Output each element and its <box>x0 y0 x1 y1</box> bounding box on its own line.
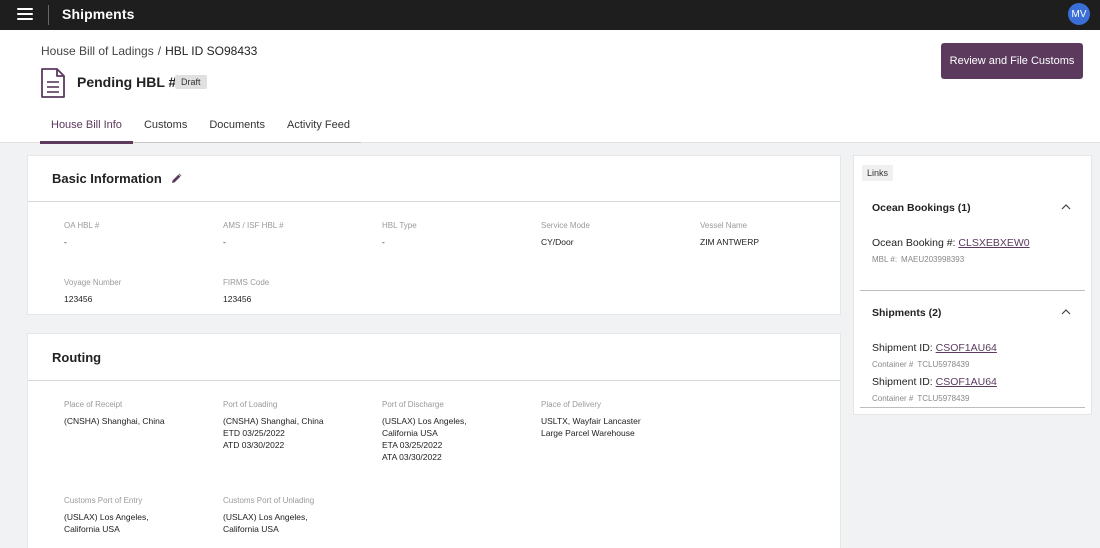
status-badge: Draft <box>175 75 207 89</box>
field-value: ZIM ANTWERP <box>700 237 760 247</box>
basic-information-header: Basic Information <box>28 156 840 202</box>
field-vessel-name: Vessel Name ZIM ANTWERP <box>700 221 759 248</box>
tab-house-bill-info[interactable]: House Bill Info <box>40 113 133 144</box>
tab-activity-feed[interactable]: Activity Feed <box>276 113 361 143</box>
app-title: Shipments <box>62 6 135 22</box>
field-value: - <box>64 237 67 247</box>
tab-documents[interactable]: Documents <box>198 113 276 143</box>
ocean-booking-link[interactable]: CLSXEBXEW0 <box>958 237 1029 249</box>
page-header: House Bill of Ladings / HBL ID SO98433 Pen… <box>0 30 1100 144</box>
links-tag: Links <box>862 165 894 181</box>
container-value: TCLU5978439 <box>917 394 970 403</box>
shipment-row: Shipment ID: CSOF1AU64 <box>872 376 997 388</box>
field-port-of-discharge: Port of Discharge (USLAX) Los Angeles, C… <box>382 400 467 463</box>
user-avatar[interactable]: MV <box>1068 3 1090 25</box>
page-title: Pending HBL # <box>77 74 177 90</box>
shipments-title: Shipments (2) <box>872 307 942 319</box>
field-value: 123456 <box>223 294 252 304</box>
field-place-of-delivery: Place of Delivery USLTX, Wayfair Lancast… <box>541 400 641 439</box>
field-label: AMS / ISF HBL # <box>223 221 284 230</box>
routing-header: Routing <box>28 334 840 381</box>
field-value: USLTX, Wayfair Lancaster Large Parcel Wa… <box>541 416 641 438</box>
mbl-label: MBL #: <box>872 255 898 264</box>
review-and-file-customs-button[interactable]: Review and File Customs <box>941 43 1083 79</box>
field-place-of-receipt: Place of Receipt (CNSHA) Shanghai, China <box>64 400 165 427</box>
shipment-label: Shipment ID: <box>872 376 936 388</box>
container-value: TCLU5978439 <box>917 360 970 369</box>
routing-card: Routing Place of Receipt (CNSHA) Shangha… <box>27 333 841 548</box>
field-label: Customs Port of Unlading <box>223 496 315 505</box>
field-value: CY/Door <box>541 237 574 247</box>
field-voyage-number: Voyage Number 123456 <box>64 278 121 305</box>
field-value: - <box>223 237 226 247</box>
container-label: Container # <box>872 394 914 403</box>
tab-customs[interactable]: Customs <box>133 113 198 143</box>
field-oa-hbl: OA HBL # - <box>64 221 99 248</box>
field-label: HBL Type <box>382 221 417 230</box>
field-label: Voyage Number <box>64 278 122 287</box>
field-ams-isf-hbl: AMS / ISF HBL # - <box>223 221 284 248</box>
top-bar: Shipments MV <box>0 0 1100 30</box>
field-label: OA HBL # <box>64 221 100 230</box>
breadcrumb: House Bill of Ladings / HBL ID SO98433 <box>41 44 257 58</box>
container-label: Container # <box>872 360 914 369</box>
field-label: FIRMS Code <box>223 278 270 287</box>
field-value: (CNSHA) Shanghai, China <box>64 416 165 426</box>
field-label: Port of Discharge <box>382 400 444 409</box>
shipment-row: Shipment ID: CSOF1AU64 <box>872 342 997 354</box>
breadcrumb-link-hbl-list[interactable]: House Bill of Ladings <box>41 44 154 58</box>
field-port-of-loading: Port of Loading (CNSHA) Shanghai, China … <box>223 400 324 451</box>
chevron-up-icon[interactable] <box>1061 309 1071 315</box>
basic-information-card: Basic Information OA HBL # - AMS / ISF H… <box>27 155 841 315</box>
ocean-bookings-title: Ocean Bookings (1) <box>872 202 971 214</box>
hamburger-menu-icon[interactable] <box>17 8 33 20</box>
chevron-up-icon[interactable] <box>1061 204 1071 210</box>
field-label: Place of Delivery <box>541 400 602 409</box>
field-label: Port of Loading <box>223 400 278 409</box>
shipment-link[interactable]: CSOF1AU64 <box>936 342 997 354</box>
routing-title: Routing <box>52 350 102 365</box>
topbar-divider <box>48 5 49 25</box>
shipment-label: Shipment ID: <box>872 342 936 354</box>
field-customs-port-of-entry: Customs Port of Entry (USLAX) Los Angele… <box>64 496 149 535</box>
breadcrumb-current: HBL ID SO98433 <box>165 44 258 58</box>
breadcrumb-separator: / <box>157 44 162 58</box>
field-value: (USLAX) Los Angeles, California USA <box>64 512 149 534</box>
shipment-link[interactable]: CSOF1AU64 <box>936 376 997 388</box>
field-hbl-type: HBL Type - <box>382 221 417 248</box>
container-row: Container # TCLU5978439 <box>872 360 969 369</box>
field-label: Place of Receipt <box>64 400 123 409</box>
ocean-booking-label: Ocean Booking #: <box>872 237 959 249</box>
field-service-mode: Service Mode CY/Door <box>541 221 590 248</box>
pencil-edit-icon[interactable] <box>171 172 183 184</box>
ocean-booking-row: Ocean Booking #: CLSXEBXEW0 <box>872 237 1030 249</box>
field-firms-code: FIRMS Code 123456 <box>223 278 269 305</box>
field-value: (USLAX) Los Angeles, California USA ETA … <box>382 416 467 462</box>
document-icon <box>41 68 65 98</box>
field-value: - <box>382 237 385 247</box>
section-divider <box>860 290 1085 291</box>
field-customs-port-of-unlading: Customs Port of Unlading (USLAX) Los Ang… <box>223 496 314 535</box>
mbl-value: MAEU203998393 <box>901 255 965 264</box>
field-value: (CNSHA) Shanghai, China ETD 03/25/2022 A… <box>223 416 324 450</box>
container-row: Container # TCLU5978439 <box>872 394 969 403</box>
basic-information-title: Basic Information <box>52 171 162 186</box>
field-label: Service Mode <box>541 221 590 230</box>
field-label: Customs Port of Entry <box>64 496 143 505</box>
field-value: (USLAX) Los Angeles, California USA <box>223 512 308 534</box>
field-value: 123456 <box>64 294 93 304</box>
mbl-row: MBL #: MAEU203998393 <box>872 255 964 264</box>
links-panel: Links Ocean Bookings (1) Ocean Booking #… <box>853 155 1092 415</box>
tab-bar: House Bill Info Customs Documents Activi… <box>40 113 361 144</box>
field-label: Vessel Name <box>700 221 748 230</box>
section-divider <box>860 407 1085 408</box>
